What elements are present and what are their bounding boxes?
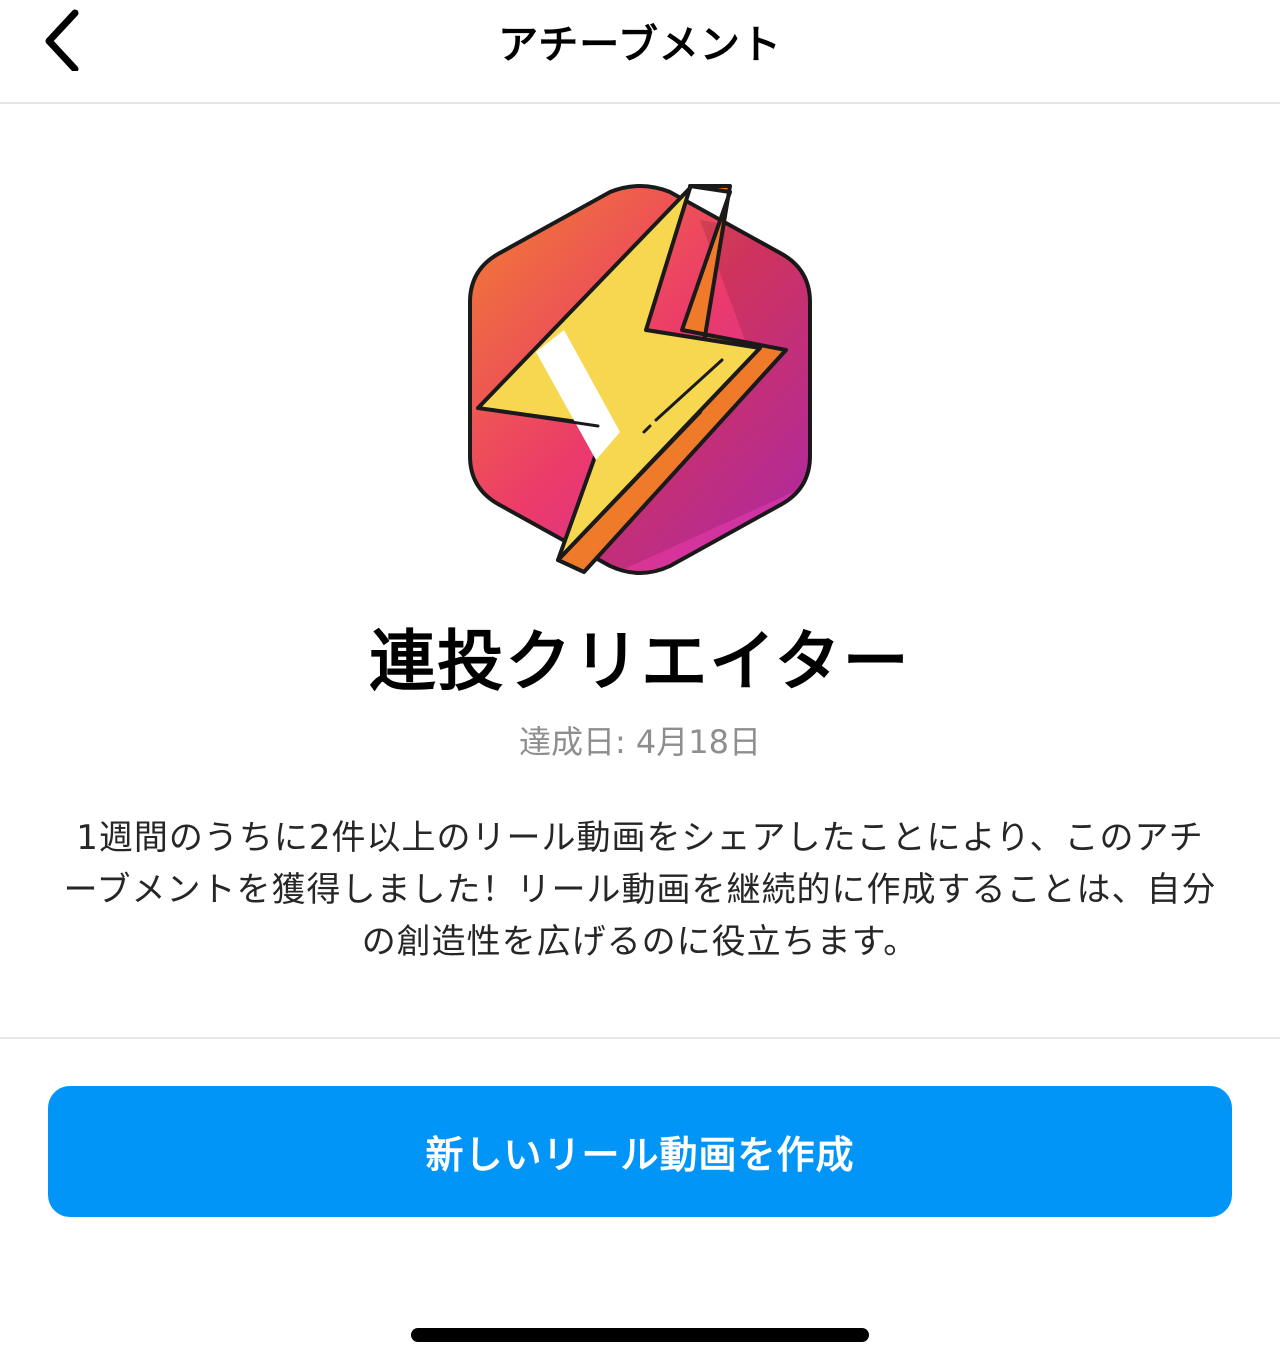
achieved-date: 達成日: 4月18日 — [518, 723, 762, 761]
lightning-bolt-badge-icon — [468, 184, 812, 575]
navigation-bar: アチーブメント — [0, 0, 1280, 104]
achievement-description: 1週間のうちに2件以上のリール動画をシェアしたことにより、このアチーブメントを獲… — [63, 818, 1217, 962]
achievement-title: 連投クリエイター — [369, 623, 911, 700]
home-indicator — [411, 1328, 869, 1342]
achievement-badge — [460, 180, 820, 580]
page-title: アチーブメント — [498, 22, 782, 68]
create-new-reel-button[interactable]: 新しいリール動画を作成 — [48, 1086, 1232, 1217]
divider — [0, 1037, 1280, 1039]
achievement-screen: アチーブメント 連投クリエイター 達成日: 4月18日 1週間のうちに2件以上の… — [0, 0, 1280, 1367]
